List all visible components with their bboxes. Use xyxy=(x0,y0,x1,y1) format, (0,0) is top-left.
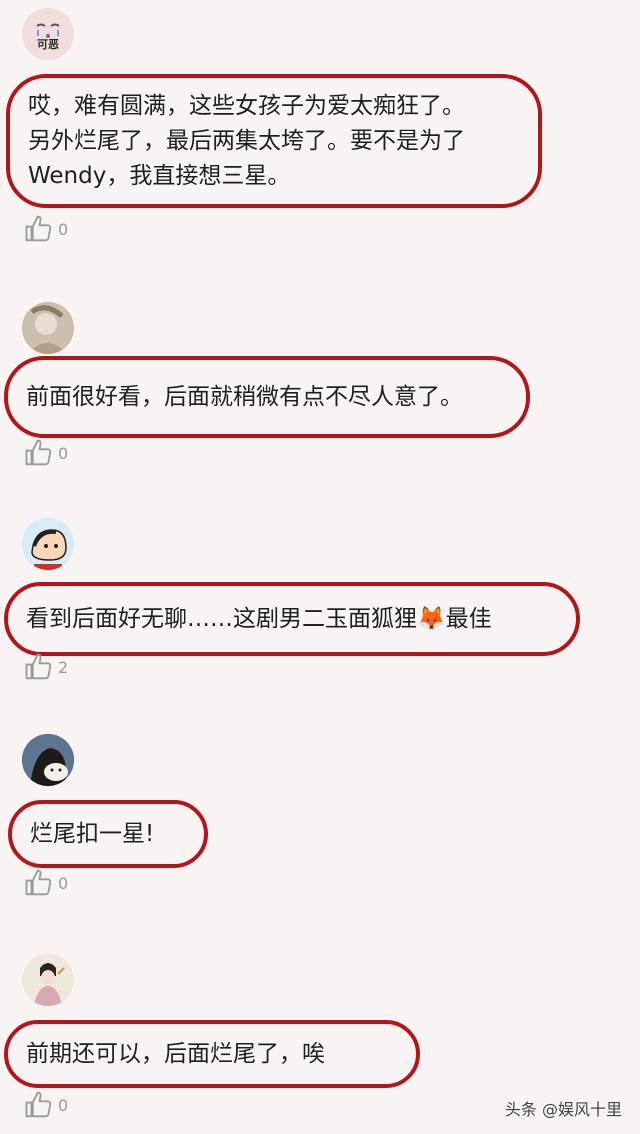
avatar[interactable] xyxy=(22,734,74,786)
avatar[interactable] xyxy=(22,518,74,570)
like-count: 2 xyxy=(58,657,69,677)
comment-text: 前期还可以，后面烂尾了，唉 xyxy=(26,1040,325,1067)
thumbs-up-icon xyxy=(25,1091,52,1118)
comment-text-highlight: 前期还可以，后面烂尾了，唉 xyxy=(4,1020,420,1088)
like-button[interactable]: 0 xyxy=(24,1090,68,1120)
thumbs-up-icon xyxy=(25,653,52,680)
like-button[interactable]: 0 xyxy=(24,868,68,898)
like-count: 0 xyxy=(58,1095,69,1115)
user-photo-icon xyxy=(22,734,74,786)
comment-text: 前面很好看，后面就稍微有点不尽人意了。 xyxy=(26,383,463,410)
like-button[interactable]: 0 xyxy=(24,214,68,244)
comment-text: 看到后面好无聊……这剧男二玉面狐狸🦊最佳 xyxy=(26,605,492,632)
crying-face-icon xyxy=(22,8,74,60)
comment-text-highlight: 哎，难有圆满，这些女孩子为爱太痴狂了。 另外烂尾了，最后两集太垮了。要不是为了 … xyxy=(6,74,542,208)
comment-text-highlight: 看到后面好无聊……这剧男二玉面狐狸🦊最佳 xyxy=(4,582,580,656)
user-photo-icon xyxy=(22,302,74,354)
comment-text-highlight: 烂尾扣一星! xyxy=(8,800,208,868)
avatar[interactable] xyxy=(22,302,74,354)
thumbs-up-icon xyxy=(25,215,52,242)
comment-text: 烂尾扣一星! xyxy=(30,820,155,847)
avatar[interactable] xyxy=(22,954,74,1006)
thumbs-up-icon xyxy=(25,439,52,466)
like-button[interactable]: 2 xyxy=(24,652,68,682)
watermark: 头条 @娱风十里 xyxy=(504,1100,622,1119)
comment-text-highlight: 前面很好看，后面就稍微有点不尽人意了。 xyxy=(4,356,530,438)
like-button[interactable]: 0 xyxy=(24,438,68,468)
avatar[interactable]: 可恶 xyxy=(22,8,74,60)
like-count: 0 xyxy=(58,443,69,463)
like-count: 0 xyxy=(58,219,69,239)
comment-text: 哎，难有圆满，这些女孩子为爱太痴狂了。 另外烂尾了，最后两集太垮了。要不是为了 … xyxy=(28,92,465,189)
thumbs-up-icon xyxy=(25,869,52,896)
like-count: 0 xyxy=(58,873,69,893)
avatar-label: 可恶 xyxy=(37,38,59,51)
cartoon-boy-icon xyxy=(22,518,74,570)
user-photo-icon xyxy=(22,954,74,1006)
